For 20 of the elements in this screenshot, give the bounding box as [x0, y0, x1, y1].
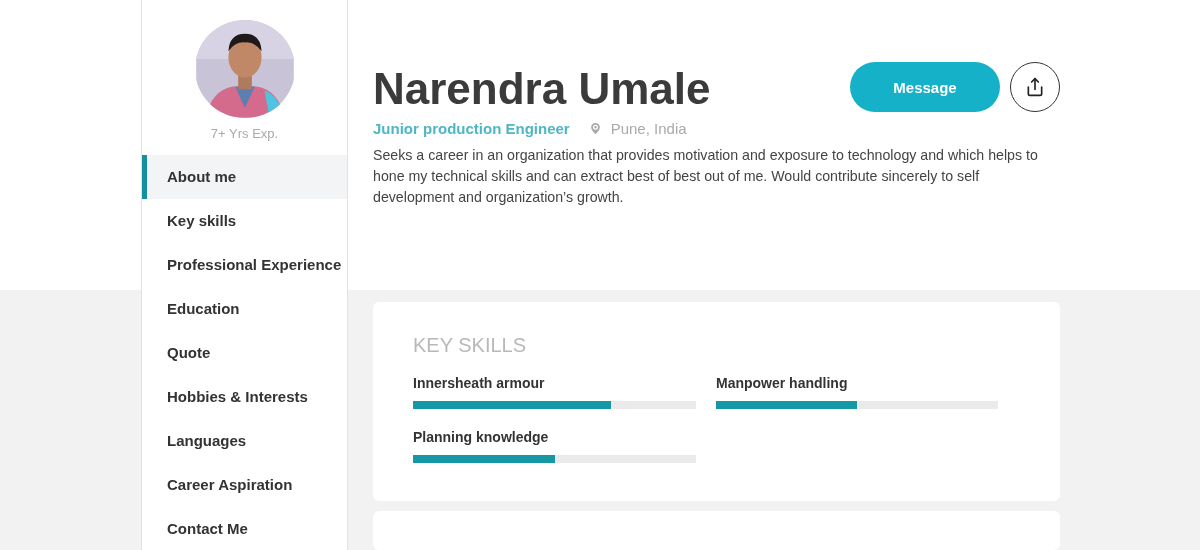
skill-name: Innersheath armour [413, 374, 546, 391]
card-title: KEY SKILLS [413, 333, 528, 357]
sidebar-item[interactable]: Professional Experience [142, 242, 347, 287]
profile-summary: Seeks a career in an organization that provides motivation and exposure to technology and which helps to hone my technical skills and can extract best of best out of me. Would contribute sincerely to self development and organization’s growth. [373, 146, 1039, 207]
sidebar-item[interactable]: Languages [142, 418, 347, 463]
sidebar-item[interactable]: Hobbies & Interests [142, 374, 347, 419]
sidebar-item[interactable]: Career Aspiration [142, 462, 347, 507]
sidebar-item[interactable]: Education [142, 286, 347, 331]
sidebar-item[interactable]: About me [142, 154, 347, 199]
skill-name: Planning knowledge [413, 428, 550, 445]
profile-name: Narendra Umale [373, 63, 711, 115]
share-button[interactable] [1010, 62, 1060, 112]
sidebar-item[interactable]: Quote [142, 330, 347, 375]
skill-name: Manpower handling [716, 374, 849, 391]
share-icon [1025, 77, 1045, 97]
sidebar-item[interactable]: Key skills [142, 198, 347, 243]
sidebar-item[interactable]: Contact Me [142, 506, 347, 550]
location: Pune, India [610, 120, 687, 137]
experience-label: 7+ Yrs Exp. [210, 125, 279, 141]
job-title: Junior production Engineer [373, 120, 570, 137]
